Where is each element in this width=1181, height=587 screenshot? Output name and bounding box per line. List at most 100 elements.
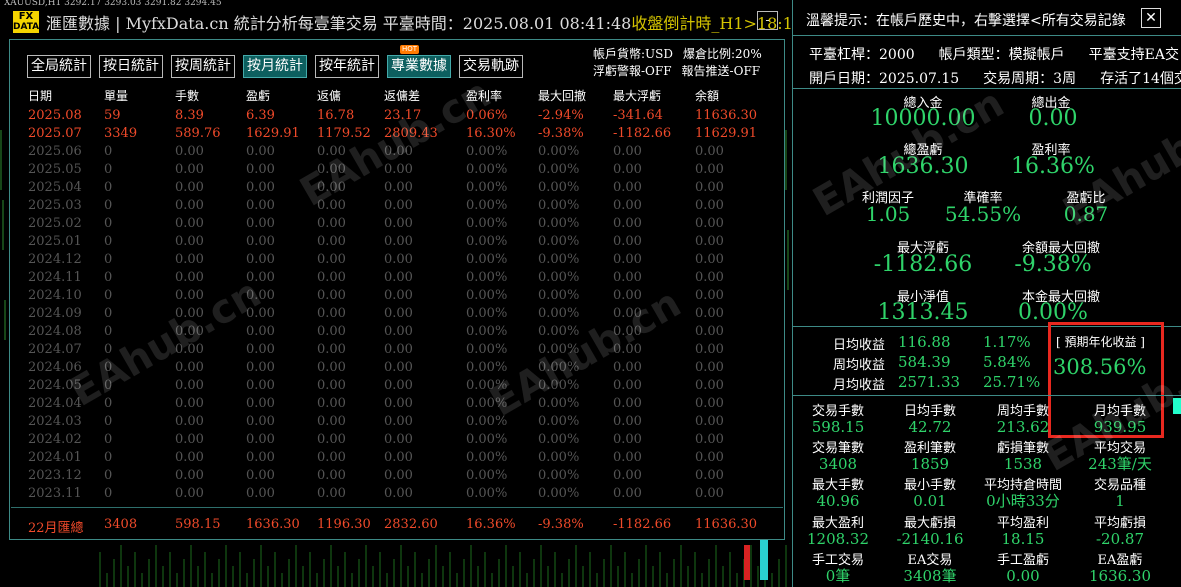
metric-value: -9.38% [1014, 252, 1092, 277]
stat-value: 243筆/天 [1088, 455, 1152, 473]
tab-yearly[interactable]: 按年統計 [315, 55, 379, 78]
table-cell: 589.76 [175, 126, 221, 141]
table-cell: 0.00 [695, 378, 724, 393]
table-row[interactable]: 2025.06 0 0.00 0.00 0.00 0.00 0.00% 0.00% 0.00 0.… [24, 144, 774, 162]
exposure-label: 爆倉比例:20% [683, 47, 762, 61]
table-row[interactable]: 2024.10 0 0.00 0.00 0.00 0.00 0.00% 0.00% 0.00 0.… [24, 288, 774, 306]
income-amount: 2571.33 [898, 373, 961, 391]
stat-label: 最大盈利 [811, 516, 864, 531]
fxdata-logo: FX DATA [13, 11, 39, 33]
table-row[interactable]: 2025.02 0 0.00 0.00 0.00 0.00 0.00% 0.00% 0.00 0.… [24, 216, 774, 234]
stat-label: 平均持倉時間 [983, 478, 1062, 493]
table-cell: 0.00 [246, 288, 275, 303]
table-row[interactable]: 2024.04 0 0.00 0.00 0.00 0.00 0.00% 0.00% 0.00 0.… [24, 396, 774, 414]
table-cell: 0.00 [613, 468, 642, 483]
table-cell: 0.00 [175, 378, 204, 393]
table-cell: 0.00% [466, 414, 508, 429]
table-cell: 0.00% [538, 270, 580, 285]
table-cell: 2024.03 [28, 414, 82, 429]
table-cell: 0.00 [246, 162, 275, 177]
table-row[interactable]: 2025.05 0 0.00 0.00 0.00 0.00 0.00% 0.00% 0.00 0.… [24, 162, 774, 180]
table-cell: 0.00% [538, 180, 580, 195]
scroll-handle[interactable] [1173, 398, 1181, 414]
table-cell: 0.00% [538, 252, 580, 267]
table-cell: -2.94% [538, 108, 584, 123]
report-push-toggle[interactable]: 報告推送-OFF [682, 63, 761, 80]
tab-global[interactable]: 全局統計 [27, 55, 91, 78]
table-row[interactable]: 2024.05 0 0.00 0.00 0.00 0.00 0.00% 0.00% 0.00 0.… [24, 378, 774, 396]
table-row[interactable]: 2024.02 0 0.00 0.00 0.00 0.00 0.00% 0.00% 0.00 0.… [24, 432, 774, 450]
table-row[interactable]: 2024.09 0 0.00 0.00 0.00 0.00 0.00% 0.00% 0.00 0.… [24, 306, 774, 324]
table-cell: 2024.01 [28, 450, 82, 465]
stat-label: 交易品種 [1093, 478, 1146, 493]
table-cell: 2025.08 [28, 108, 82, 123]
table-row[interactable]: 2025.03 0 0.00 0.00 0.00 0.00 0.00% 0.00% 0.00 0.… [24, 198, 774, 216]
table-row[interactable]: 2024.01 0 0.00 0.00 0.00 0.00 0.00% 0.00% 0.00 0.… [24, 450, 774, 468]
tab-trade-track[interactable]: 交易軌跡 [459, 55, 523, 78]
table-cell: 0.00% [538, 234, 580, 249]
table-cell: 0.00 [175, 432, 204, 447]
table-row[interactable]: 2024.12 0 0.00 0.00 0.00 0.00 0.00% 0.00% 0.00 0.… [24, 252, 774, 270]
table-cell: 0.00 [695, 234, 724, 249]
table-cell: 0.00 [317, 198, 346, 213]
table-cell: 0.00 [384, 450, 413, 465]
table-cell: 0.00 [613, 432, 642, 447]
table-cell: 0.00 [384, 252, 413, 267]
table-cell: 0.00 [246, 468, 275, 483]
tab-monthly[interactable]: 按月統計 [243, 55, 307, 78]
table-cell: 2024.12 [28, 252, 82, 267]
table-row[interactable]: 2024.08 0 0.00 0.00 0.00 0.00 0.00% 0.00% 0.00 0.… [24, 324, 774, 342]
stat-value: 3408筆 [903, 567, 957, 585]
table-cell: 0.00 [175, 360, 204, 375]
stat-value: 1 [1115, 492, 1125, 510]
stat-value: 213.62 [996, 418, 1050, 436]
table-cell: 0 [104, 360, 113, 375]
logo-top-text: FX [18, 11, 34, 22]
income-amount: 584.39 [898, 353, 951, 371]
income-label: 月均收益 [833, 378, 886, 393]
table-row[interactable]: 2025.07 3349 589.76 1629.91 1179.52 2809.43 16… [24, 126, 774, 144]
table-cell: 0.00 [246, 270, 275, 285]
table-cell: 0.00 [175, 468, 204, 483]
column-header: 單量 [104, 89, 129, 103]
stat-label: 最大虧損 [903, 516, 956, 531]
stat-cell: 日均手數 42.72 [885, 400, 975, 435]
account-settings: 帳戶貨幣:USD 爆倉比例:20% 浮虧警報-OFF 報告推送-OFF [593, 46, 762, 80]
table-row[interactable]: 2023.11 0 0.00 0.00 0.00 0.00 0.00% 0.00% 0.00 0.… [24, 486, 774, 504]
column-header: 余額 [695, 89, 720, 103]
table-row[interactable]: 2024.11 0 0.00 0.00 0.00 0.00 0.00% 0.00% 0.00 0.… [24, 270, 774, 288]
table-row[interactable]: 2024.06 0 0.00 0.00 0.00 0.00 0.00% 0.00% 0.00 0.… [24, 360, 774, 378]
table-row[interactable]: 2025.01 0 0.00 0.00 0.00 0.00 0.00% 0.00% 0.00 0.… [24, 234, 774, 252]
table-cell: 0.00 [317, 486, 346, 501]
table-row[interactable]: 2024.07 0 0.00 0.00 0.00 0.00 0.00% 0.00% 0.00 0.… [24, 342, 774, 360]
tab-daily[interactable]: 按日統計 [99, 55, 163, 78]
table-cell: 0.00% [538, 414, 580, 429]
table-cell: 0.00% [538, 486, 580, 501]
income-pct: 5.84% [983, 353, 1031, 371]
tab-bar: 全局統計 按日統計 按周統計 按月統計 按年統計 HOT 專業數據 交易軌跡 [27, 45, 523, 78]
table-cell: 0.00% [538, 378, 580, 393]
table-cell: 0 [104, 306, 113, 321]
stat-label: EA盈虧 [1097, 553, 1143, 568]
table-row[interactable]: 2023.12 0 0.00 0.00 0.00 0.00 0.00% 0.00% 0.00 0.… [24, 468, 774, 486]
table-cell: 2025.01 [28, 234, 82, 249]
table-cell: 0.00 [695, 360, 724, 375]
stat-label: 日均手數 [903, 404, 956, 419]
metric-value: 16.36% [1011, 154, 1095, 179]
minimize-button[interactable]: - [757, 11, 778, 30]
tab-weekly[interactable]: 按周統計 [171, 55, 235, 78]
table-cell: 2024.10 [28, 288, 82, 303]
table-cell: 0.00 [613, 378, 642, 393]
table-row[interactable]: 2025.08 59 8.39 6.39 16.78 23.17 0.06% -2.94% -3… [24, 108, 774, 126]
floating-alert-toggle[interactable]: 浮虧警報-OFF [593, 63, 672, 80]
tab-pro-data[interactable]: HOT 專業數據 [387, 45, 451, 78]
table-cell: 0.00 [317, 234, 346, 249]
table-row[interactable]: 2024.03 0 0.00 0.00 0.00 0.00 0.00% 0.00% 0.00 0.… [24, 414, 774, 432]
table-cell: 0.00 [695, 396, 724, 411]
table-cell: 0.00% [538, 432, 580, 447]
table-cell: 0.00 [317, 306, 346, 321]
close-icon[interactable]: ✕ [1141, 8, 1161, 28]
table-row[interactable]: 2025.04 0 0.00 0.00 0.00 0.00 0.00% 0.00% 0.00 0.… [24, 180, 774, 198]
column-header: 手數 [175, 89, 200, 103]
table-cell: 2024.04 [28, 396, 82, 411]
